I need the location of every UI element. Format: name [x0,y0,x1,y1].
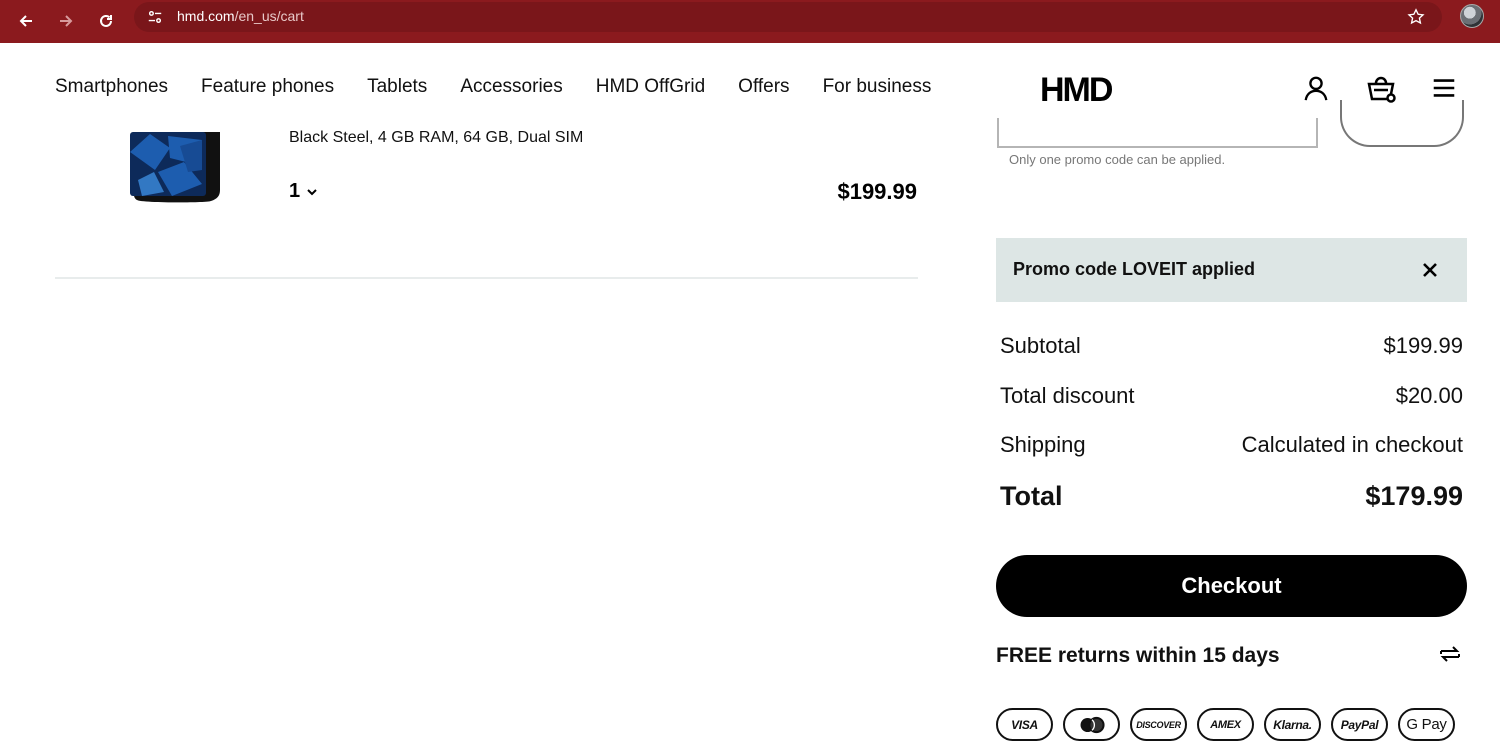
klarna-icon: Klarna. [1264,708,1321,741]
nav-for-business[interactable]: For business [823,76,932,98]
quantity-value: 1 [289,180,301,202]
nav-hmd-offgrid[interactable]: HMD OffGrid [596,76,705,98]
total-value: $179.99 [1365,481,1463,511]
forward-icon[interactable] [51,6,81,36]
total-label: Total [1000,481,1063,511]
back-icon[interactable] [11,6,41,36]
promo-note: Only one promo code can be applied. [1009,152,1226,167]
promo-code-input[interactable] [997,118,1318,148]
discount-value: $20.00 [1395,383,1463,408]
profile-avatar[interactable] [1460,4,1484,28]
amex-icon: AMEX [1197,708,1254,741]
promo-applied-text: Promo code LOVEIT applied [1013,259,1256,279]
returns-arrows-icon [1437,641,1463,667]
checkout-button[interactable]: Checkout [996,555,1467,617]
bookmark-star-icon[interactable] [1403,4,1429,30]
nav-feature-phones[interactable]: Feature phones [201,76,334,98]
payment-methods: VISA DISCOVER AMEX Klarna. PayPal G Pay [996,708,1455,741]
product-variant: Black Steel, 4 GB RAM, 64 GB, Dual SIM [289,129,584,146]
url-path: /en_us/cart [234,8,304,24]
nav-smartphones[interactable]: Smartphones [55,76,168,98]
divider [55,277,918,279]
discover-icon: DISCOVER [1130,708,1187,741]
paypal-icon: PayPal [1331,708,1388,741]
nav-tablets[interactable]: Tablets [367,76,427,98]
google-pay-icon: G Pay [1398,708,1455,741]
site-info-icon[interactable] [143,5,167,29]
total-row: Total $179.99 [1000,481,1463,512]
product-image[interactable] [128,132,228,204]
nav-offers[interactable]: Offers [738,76,789,98]
promo-apply-button[interactable] [1340,100,1464,147]
quantity-select[interactable]: 1 [289,180,318,203]
shipping-row: Shipping Calculated in checkout [1000,432,1463,458]
account-icon[interactable] [1299,71,1333,105]
discount-row: Total discount $20.00 [1000,383,1463,409]
address-bar[interactable] [134,2,1442,32]
shipping-label: Shipping [1000,432,1086,457]
reload-icon[interactable] [91,6,121,36]
item-price: $199.99 [837,179,917,204]
main-nav: Smartphones Feature phones Tablets Acces… [55,76,964,98]
close-icon[interactable] [1419,259,1441,281]
subtotal-value: $199.99 [1383,333,1463,358]
shipping-value: Calculated in checkout [1241,432,1463,457]
nav-accessories[interactable]: Accessories [460,76,562,98]
promo-applied-banner: Promo code LOVEIT applied [996,238,1467,302]
chevron-down-icon [307,188,317,195]
free-returns-text: FREE returns within 15 days [996,644,1280,667]
url-text[interactable]: hmd.com/en_us/cart [177,8,304,24]
discount-label: Total discount [1000,383,1135,408]
url-host: hmd.com [177,8,235,24]
browser-toolbar: hmd.com/en_us/cart [0,0,1500,43]
visa-icon: VISA [996,708,1053,741]
mastercard-icon [1063,708,1120,741]
hmd-logo[interactable]: HMD [1040,71,1113,110]
subtotal-label: Subtotal [1000,333,1081,358]
subtotal-row: Subtotal $199.99 [1000,333,1463,359]
